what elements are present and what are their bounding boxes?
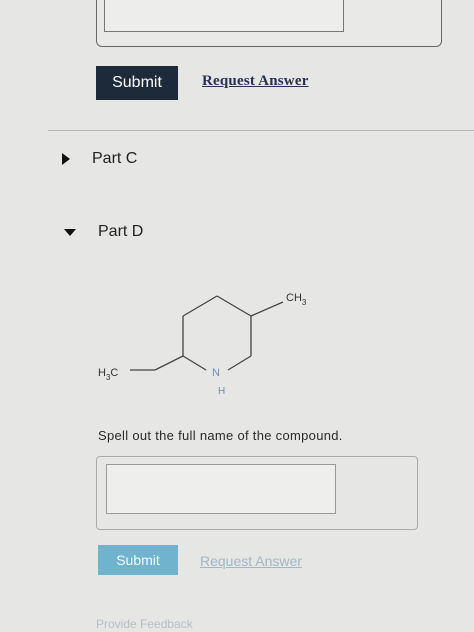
section-divider: [48, 130, 474, 131]
part-d-label: Part D: [98, 223, 144, 240]
part-d-toggle[interactable]: Part D: [62, 223, 143, 241]
collapse-arrow-icon: [64, 228, 76, 236]
part-d-request-answer-link[interactable]: Request Answer: [200, 553, 302, 569]
methyl-label: CH3: [286, 292, 307, 307]
expand-arrow-icon: [62, 153, 70, 165]
piperidine-structure: CH3 H3C N H: [98, 292, 307, 397]
left-methyl-label: H3C: [98, 367, 118, 382]
provide-feedback-link[interactable]: Provide Feedback: [96, 617, 193, 631]
submit-button[interactable]: Submit: [96, 66, 178, 100]
part-c-toggle[interactable]: Part C: [62, 150, 137, 168]
part-d-submit-button[interactable]: Submit: [98, 545, 178, 575]
question-prompt: Spell out the full name of the compound.: [98, 428, 343, 443]
ring-bonds: [130, 295, 284, 371]
part-c-label: Part C: [92, 150, 138, 167]
nitrogen-label: N: [212, 367, 220, 379]
nitrogen-hydrogen-label: H: [218, 386, 225, 397]
request-answer-link[interactable]: Request Answer: [202, 73, 309, 90]
answer-input[interactable]: [106, 464, 336, 514]
previous-answer-field[interactable]: [104, 0, 344, 32]
